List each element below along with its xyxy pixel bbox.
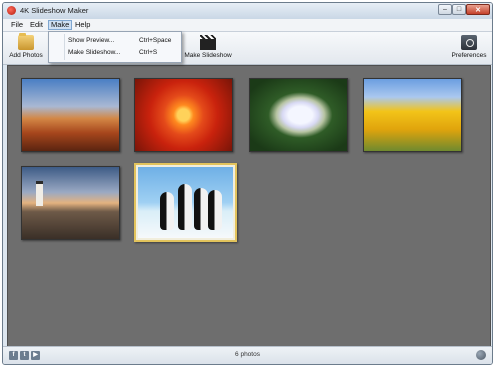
preferences-label: Preferences [451,52,487,59]
maximize-button[interactable]: □ [452,4,466,15]
photo-thumbnail-chrysanthemum[interactable] [134,78,233,152]
folder-icon [18,33,34,50]
add-photos-button[interactable]: Add Photos [9,33,43,62]
globe-icon[interactable] [476,350,486,360]
menu-file[interactable]: File [9,20,25,30]
app-logo-icon [7,6,16,15]
penguin-figure [194,188,208,230]
hydrangeas-image [250,79,347,151]
add-photos-label: Add Photos [9,52,43,59]
penguins-image [138,167,233,238]
penguin-figure [208,190,222,230]
chrysanthemum-image [135,79,232,151]
photo-thumbnail-lighthouse[interactable] [21,166,120,240]
close-button[interactable]: ✕ [466,4,490,15]
show-preview-shortcut: Ctrl+Space [139,37,172,44]
app-window: 4K Slideshow Maker – □ ✕ File Edit Make … [2,2,493,365]
desert-image [22,79,119,151]
make-slideshow-menu-label: Make Slideshow... [68,49,121,56]
penguin-figure [178,184,192,230]
preferences-button[interactable]: Preferences [451,34,487,62]
photo-thumbnail-desert[interactable] [21,78,120,152]
menu-edit[interactable]: Edit [28,20,45,30]
tulips-image [364,79,461,151]
clapperboard-icon [200,35,216,50]
make-slideshow-label: Make Slideshow [184,52,232,59]
make-slideshow-shortcut: Ctrl+S [139,49,158,56]
menu-make[interactable]: Make [48,20,73,30]
status-bar: f t ▶ 6 photos [3,346,492,364]
preferences-icon [461,35,477,50]
lighthouse-image [22,167,119,239]
make-slideshow-button[interactable]: Make Slideshow [183,34,233,62]
penguin-figure [160,192,174,230]
photo-grid[interactable] [7,65,491,348]
show-preview-label: Show Preview... [68,37,115,44]
title-bar[interactable]: 4K Slideshow Maker – □ ✕ [3,3,492,19]
make-menu-dropdown: Show Preview... Ctrl+Space Make Slidesho… [48,31,182,63]
minimize-button[interactable]: – [438,4,452,15]
photo-count: 6 photos [235,351,260,358]
photo-thumbnail-hydrangeas[interactable] [249,78,348,152]
photo-thumbnail-tulips[interactable] [363,78,462,152]
menu-help[interactable]: Help [73,20,92,30]
menu-item-make-slideshow[interactable]: Make Slideshow... Ctrl+S [49,47,181,59]
photo-thumbnail-penguins[interactable] [134,163,237,242]
window-title: 4K Slideshow Maker [20,6,89,15]
menu-item-show-preview[interactable]: Show Preview... Ctrl+Space [49,35,181,47]
